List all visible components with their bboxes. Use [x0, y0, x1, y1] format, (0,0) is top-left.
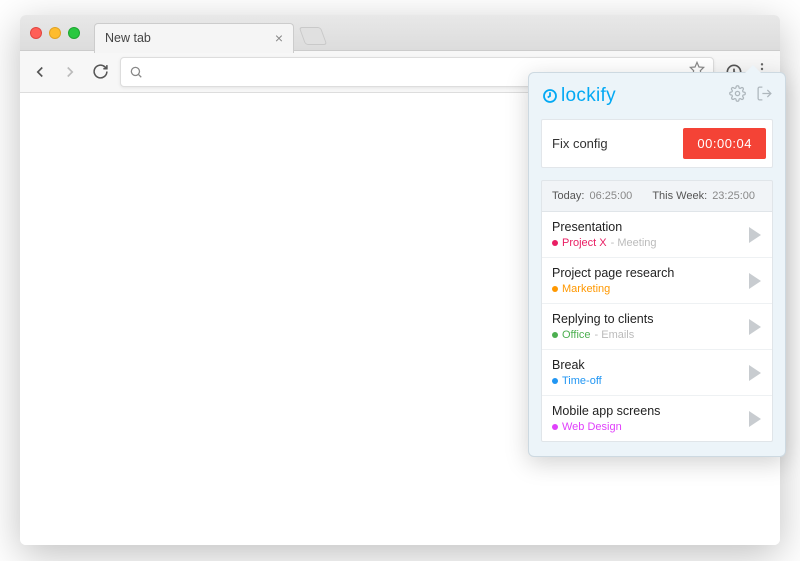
project-color-dot	[552, 332, 558, 338]
running-task-label[interactable]: Fix config	[552, 136, 683, 151]
maximize-window-button[interactable]	[68, 27, 80, 39]
time-entry[interactable]: Replying to clients Office - Emails	[542, 304, 772, 350]
close-window-button[interactable]	[30, 27, 42, 39]
entry-main: Break Time-off	[552, 358, 740, 387]
play-entry-button[interactable]	[748, 411, 762, 427]
entry-main: Replying to clients Office - Emails	[552, 312, 740, 341]
entry-project-line: Office - Emails	[552, 329, 740, 341]
entry-main: Presentation Project X - Meeting	[552, 220, 740, 249]
time-entry[interactable]: Presentation Project X - Meeting	[542, 212, 772, 258]
play-icon	[749, 227, 761, 243]
tab-title: New tab	[105, 31, 275, 45]
entry-title: Project page research	[552, 266, 740, 280]
title-bar: New tab ×	[20, 15, 780, 51]
entry-project-line: Marketing	[552, 283, 740, 295]
today-summary: Today: 06:25:00	[552, 190, 632, 202]
entry-title: Presentation	[552, 220, 740, 234]
entry-tag: - Meeting	[611, 237, 657, 249]
settings-icon[interactable]	[729, 85, 746, 107]
close-tab-icon[interactable]: ×	[275, 30, 283, 46]
week-summary: This Week: 23:25:00	[652, 190, 755, 202]
entry-project: Marketing	[562, 283, 610, 295]
entry-project: Office	[562, 329, 591, 341]
search-icon	[129, 65, 143, 79]
entry-title: Break	[552, 358, 740, 372]
entry-title: Replying to clients	[552, 312, 740, 326]
running-timer-row: Fix config 00:00:04	[541, 119, 773, 168]
popup-header: lockify	[541, 85, 773, 107]
entry-project-line: Web Design	[552, 421, 740, 433]
stop-timer-button[interactable]: 00:00:04	[683, 128, 766, 159]
window-controls	[30, 27, 80, 39]
brand-text: lockify	[561, 85, 616, 107]
time-summary-bar: Today: 06:25:00 This Week: 23:25:00	[541, 180, 773, 212]
play-entry-button[interactable]	[748, 365, 762, 381]
entry-project-line: Project X - Meeting	[552, 237, 740, 249]
play-icon	[749, 365, 761, 381]
entry-project: Web Design	[562, 421, 622, 433]
reload-button[interactable]	[90, 62, 110, 82]
time-entry[interactable]: Break Time-off	[542, 350, 772, 396]
entry-tag: - Emails	[595, 329, 635, 341]
play-icon	[749, 411, 761, 427]
entry-project: Project X	[562, 237, 607, 249]
entry-project: Time-off	[562, 375, 602, 387]
project-color-dot	[552, 378, 558, 384]
entry-main: Mobile app screens Web Design	[552, 404, 740, 433]
time-entry[interactable]: Mobile app screens Web Design	[542, 396, 772, 441]
project-color-dot	[552, 286, 558, 292]
play-entry-button[interactable]	[748, 273, 762, 289]
back-button[interactable]	[30, 62, 50, 82]
entry-main: Project page research Marketing	[552, 266, 740, 295]
time-entries-list: Presentation Project X - Meeting Project p…	[541, 212, 773, 442]
clockify-logo: lockify	[541, 85, 616, 107]
popup-actions	[729, 85, 773, 107]
entry-title: Mobile app screens	[552, 404, 740, 418]
play-icon	[749, 273, 761, 289]
clockify-popup: lockify Fix config 00:00:04 Today: 06:25…	[528, 72, 786, 457]
new-tab-button[interactable]	[299, 27, 328, 45]
minimize-window-button[interactable]	[49, 27, 61, 39]
clockify-logo-icon	[541, 87, 559, 105]
entry-project-line: Time-off	[552, 375, 740, 387]
play-entry-button[interactable]	[748, 227, 762, 243]
browser-tab[interactable]: New tab ×	[94, 23, 294, 53]
play-entry-button[interactable]	[748, 319, 762, 335]
forward-button[interactable]	[60, 62, 80, 82]
project-color-dot	[552, 240, 558, 246]
play-icon	[749, 319, 761, 335]
logout-icon[interactable]	[756, 85, 773, 107]
project-color-dot	[552, 424, 558, 430]
time-entry[interactable]: Project page research Marketing	[542, 258, 772, 304]
